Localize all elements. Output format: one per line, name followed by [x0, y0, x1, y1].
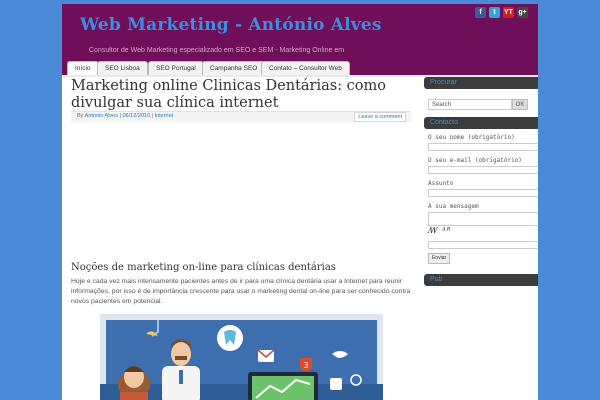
search-button[interactable]: OK [512, 99, 528, 110]
meta-author-link[interactable]: Antonio Alves [85, 113, 118, 119]
meta-separator: | [151, 113, 153, 119]
message-label: A sua mensagem [428, 203, 479, 210]
post-meta-bar: By Antonio Alves | 06/12/2016 | Internet… [71, 111, 411, 122]
contact-widget-title: Contacto [424, 117, 538, 129]
google-plus-icon[interactable]: g+ [517, 7, 528, 18]
dental-illustration-graphic: 3 [100, 314, 383, 400]
post-body-text: Hoje e cada vez mais intensamente pacien… [71, 278, 411, 305]
subject-field[interactable] [428, 189, 538, 197]
youtube-icon[interactable]: YT [503, 7, 514, 18]
facebook-icon[interactable]: f [475, 7, 486, 18]
captcha-field[interactable] [428, 241, 538, 249]
name-label: O seu nome (obrigatório) [428, 134, 515, 141]
nav-item-inicio[interactable]: Início [67, 61, 99, 76]
nav-item-seo-lisboa[interactable]: SEO Lisboa [97, 61, 148, 76]
captcha-image: ꟿ ᴬᴮ [428, 226, 452, 235]
nav-item-campanha-seo[interactable]: Campanha SEO [202, 61, 266, 76]
meta-separator: | [119, 113, 121, 119]
site-header: Web Marketing - António Alves Consultor … [62, 4, 538, 60]
post-meta: By Antonio Alves | 06/12/2016 | Internet [77, 113, 173, 119]
name-field[interactable] [428, 143, 538, 151]
post-title: Marketing online Clinicas Dentárias: com… [71, 78, 387, 111]
leave-comment-button[interactable]: Leave a comment [354, 112, 406, 122]
dental-illustration: 3 [100, 314, 383, 400]
monitor-icon [248, 372, 318, 400]
meta-by: By [77, 113, 84, 119]
svg-text:3: 3 [303, 361, 308, 370]
email-icon [257, 349, 275, 362]
thumbs-up-icon [330, 378, 342, 390]
pub-widget-title: Pub [424, 274, 538, 286]
nav-item-contato[interactable]: Contato – Consultor Web [261, 61, 350, 76]
site-tagline: Consultor de Web Marketing especializado… [89, 47, 345, 54]
nav-item-seo-portugal[interactable]: SEO Portugal [148, 61, 204, 76]
email-field[interactable] [428, 166, 538, 174]
email-label: O seu e-mail (obrigatório) [428, 157, 522, 164]
social-links: f t YT g+ [475, 7, 528, 18]
send-button[interactable]: Enviar [428, 253, 451, 264]
meta-date-link[interactable]: 06/12/2016 [122, 113, 150, 119]
message-field[interactable] [428, 212, 538, 226]
search-widget-title: Procurar [424, 77, 538, 89]
page-container: Web Marketing - António Alves Consultor … [62, 4, 538, 400]
section-heading: Noções de marketing on-line para clínica… [71, 262, 336, 273]
shield-badge-icon: 3 [300, 358, 312, 371]
subject-label: Assunto [428, 180, 454, 187]
meta-category-link[interactable]: Internet [155, 113, 174, 119]
twitter-icon[interactable]: t [489, 7, 500, 18]
main-nav: Início SEO Lisboa SEO Portugal Campanha … [62, 60, 538, 76]
site-title[interactable]: Web Marketing - António Alves [80, 15, 382, 35]
search-input[interactable]: Search [428, 99, 512, 110]
tooth-icon [217, 325, 243, 351]
